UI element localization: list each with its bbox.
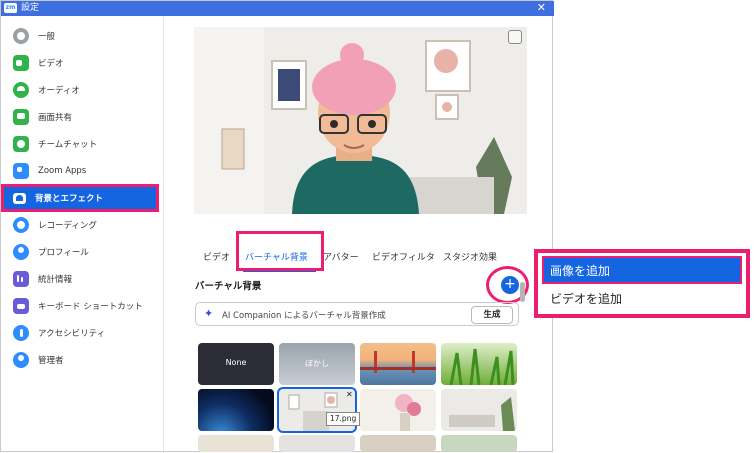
add-menu-popup: 画像を追加 ビデオを追加 xyxy=(534,249,750,318)
sidebar-item-label: 統計情報 xyxy=(38,275,73,285)
thumbnail-row-3-item-1[interactable] xyxy=(198,435,274,452)
sidebar-item-label: 画面共有 xyxy=(38,113,73,123)
sidebar: 一般 ビデオ オーディオ 画面共有 チームチャット Zoom Apps 背景とエ… xyxy=(1,16,164,453)
sidebar-item-label: キーボード ショートカット xyxy=(38,302,143,312)
video-preview xyxy=(194,27,527,214)
sidebar-item-audio[interactable]: オーディオ xyxy=(13,80,153,100)
blur-thumbnail[interactable]: ぼかし xyxy=(279,343,355,385)
sidebar-item-label: チームチャット xyxy=(38,140,98,150)
window-title: 設定 xyxy=(21,3,40,13)
sparkle-icon: ✦ xyxy=(204,307,214,320)
ai-placeholder: AI Companion によるバーチャル背景作成 xyxy=(222,311,386,321)
record-icon xyxy=(13,217,29,233)
thumbnail-row-3-item-4[interactable] xyxy=(441,435,517,452)
sidebar-item-statistics[interactable]: 統計情報 xyxy=(13,269,153,289)
headphones-icon xyxy=(13,82,29,98)
sidebar-item-video[interactable]: ビデオ xyxy=(13,53,153,73)
tab-video[interactable]: ビデオ xyxy=(203,250,230,263)
title-bar: zm 設定 ✕ xyxy=(1,1,554,16)
tab-avatar[interactable]: アバター xyxy=(323,250,359,263)
add-video-menu-item[interactable]: ビデオを追加 xyxy=(550,290,622,307)
sidebar-item-accessibility[interactable]: アクセシビリティ xyxy=(13,323,153,343)
ai-companion-input[interactable]: ✦ AI Companion によるバーチャル背景作成 生成 xyxy=(195,302,519,326)
accessibility-icon xyxy=(13,325,29,341)
tab-highlight-box xyxy=(236,231,324,271)
sidebar-item-zoom-apps[interactable]: Zoom Apps xyxy=(13,161,153,181)
section-title: バーチャル背景 xyxy=(195,281,262,292)
add-image-menu-item[interactable]: 画像を追加 xyxy=(542,256,742,284)
sidebar-item-label: レコーディング xyxy=(38,221,97,231)
scrollbar-thumb[interactable] xyxy=(520,282,525,302)
filename-tooltip: 17.png xyxy=(326,412,361,426)
none-thumbnail[interactable]: None xyxy=(198,343,274,385)
remove-thumbnail-icon[interactable]: ✕ xyxy=(346,390,355,399)
profile-icon xyxy=(13,244,29,260)
sidebar-item-label: アクセシビリティ xyxy=(38,329,106,339)
sidebar-item-keyboard-shortcuts[interactable]: キーボード ショートカット xyxy=(13,296,153,316)
thumbnail-caption: None xyxy=(225,358,247,367)
statistics-icon xyxy=(13,271,29,287)
sidebar-item-admin[interactable]: 管理者 xyxy=(13,350,153,370)
flowers-thumbnail[interactable] xyxy=(360,389,436,431)
sidebar-item-recording[interactable]: レコーディング xyxy=(13,215,153,235)
close-window-button[interactable]: ✕ xyxy=(537,1,546,15)
golden-gate-bridge-thumbnail[interactable] xyxy=(360,343,436,385)
apps-icon xyxy=(13,163,29,179)
sidebar-item-label: ビデオ xyxy=(38,59,64,69)
earth-from-space-thumbnail[interactable] xyxy=(198,389,274,431)
sidebar-item-label: プロフィール xyxy=(38,248,89,258)
tab-studio-effects[interactable]: スタジオ効果 xyxy=(443,250,497,263)
grass-thumbnail[interactable] xyxy=(441,343,517,385)
gear-icon xyxy=(13,28,29,44)
share-screen-icon xyxy=(13,109,29,125)
thumbnail-row-3-item-3[interactable] xyxy=(360,435,436,452)
expand-preview-button[interactable] xyxy=(508,30,522,44)
background-icon xyxy=(13,192,26,204)
living-room-thumbnail[interactable] xyxy=(441,389,517,431)
generate-button[interactable]: 生成 xyxy=(471,306,513,324)
sidebar-item-team-chat[interactable]: チームチャット xyxy=(13,134,153,154)
thumbnail-row-3-item-2[interactable] xyxy=(279,435,355,452)
chat-icon xyxy=(13,136,29,152)
sidebar-item-label: 背景とエフェクト xyxy=(35,194,104,204)
sidebar-item-label: オーディオ xyxy=(38,86,80,96)
sidebar-item-label: 管理者 xyxy=(38,356,64,366)
add-image-label: 画像を追加 xyxy=(550,264,611,278)
sidebar-item-background-effects[interactable]: 背景とエフェクト xyxy=(1,184,159,212)
admin-icon xyxy=(13,352,29,368)
video-icon xyxy=(13,55,29,71)
sidebar-item-profile[interactable]: プロフィール xyxy=(13,242,153,262)
zoom-logo-icon: zm xyxy=(4,3,17,13)
sidebar-item-general[interactable]: 一般 xyxy=(13,26,153,46)
sidebar-item-screen-share[interactable]: 画面共有 xyxy=(13,107,153,127)
keyboard-icon xyxy=(13,298,29,314)
avatar-preview-image xyxy=(194,27,527,214)
sidebar-item-label: 一般 xyxy=(38,32,56,42)
sidebar-item-label: Zoom Apps xyxy=(38,166,87,176)
tab-video-filter[interactable]: ビデオフィルタ xyxy=(372,250,435,263)
thumbnail-caption: ぼかし xyxy=(305,359,329,368)
